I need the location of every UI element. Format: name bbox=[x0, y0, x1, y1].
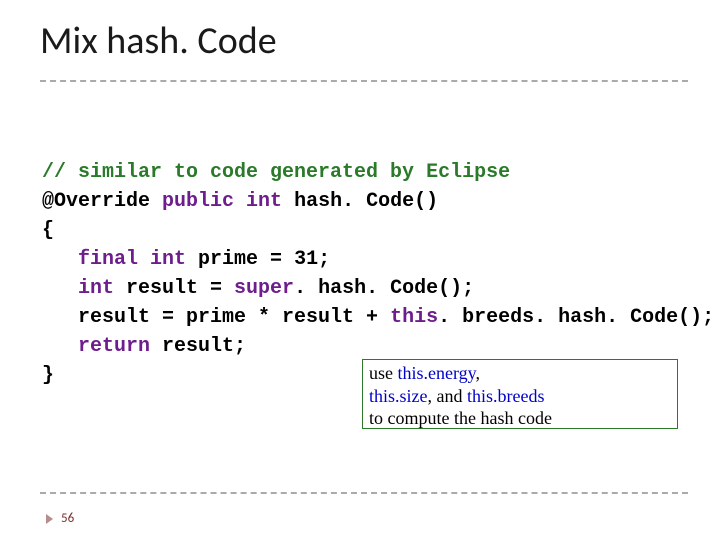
code-line-2-sig: hash. Code() bbox=[282, 190, 438, 213]
code-line-2-int: int bbox=[246, 190, 282, 213]
code-line-6-rhs: . breeds. hash. Code(); bbox=[438, 306, 714, 329]
note-line1-this: this. bbox=[398, 363, 429, 383]
annotation-box: use this.energy, this.size, and this.bre… bbox=[362, 359, 678, 429]
footer: 56 bbox=[46, 511, 74, 526]
divider-top bbox=[40, 80, 688, 82]
code-line-4-int: int bbox=[150, 248, 186, 271]
code-line-3: { bbox=[42, 219, 54, 242]
code-line-4-final: final bbox=[42, 248, 150, 271]
code-line-2-public: public bbox=[162, 190, 246, 213]
code-line-2-override: @Override bbox=[42, 190, 162, 213]
code-line-5-assign: result = bbox=[114, 277, 234, 300]
code-line-4-rest: prime = 31; bbox=[186, 248, 330, 271]
page-number: 56 bbox=[61, 511, 74, 526]
slide: Mix hash. Code // similar to code genera… bbox=[0, 0, 720, 540]
code-line-7-val: result; bbox=[150, 335, 246, 358]
slide-title: Mix hash. Code bbox=[40, 18, 277, 64]
note-line3: to compute the hash code bbox=[369, 408, 552, 428]
note-line1-energy: energy bbox=[428, 363, 475, 383]
code-comment: // similar to code generated by Eclipse bbox=[42, 161, 510, 184]
note-line2-breeds: breeds bbox=[498, 386, 545, 406]
note-line2-this1: this. bbox=[369, 386, 400, 406]
code-line-6-lhs: result = prime * result + bbox=[42, 306, 390, 329]
note-line2-size: size bbox=[400, 386, 428, 406]
divider-bottom bbox=[40, 492, 688, 494]
code-line-5-call: . hash. Code(); bbox=[294, 277, 474, 300]
code-line-7-return: return bbox=[42, 335, 150, 358]
note-line1-use: use bbox=[369, 363, 398, 383]
code-block: // similar to code generated by Eclipse … bbox=[42, 158, 714, 390]
code-line-5-super: super bbox=[234, 277, 294, 300]
code-line-6-this: this bbox=[390, 306, 438, 329]
note-line1-comma: , bbox=[476, 363, 481, 383]
note-line2-and: , and bbox=[428, 386, 468, 406]
code-line-5-int: int bbox=[42, 277, 114, 300]
code-line-8: } bbox=[42, 364, 54, 387]
note-line2-this2: this. bbox=[467, 386, 498, 406]
play-icon bbox=[46, 514, 53, 524]
